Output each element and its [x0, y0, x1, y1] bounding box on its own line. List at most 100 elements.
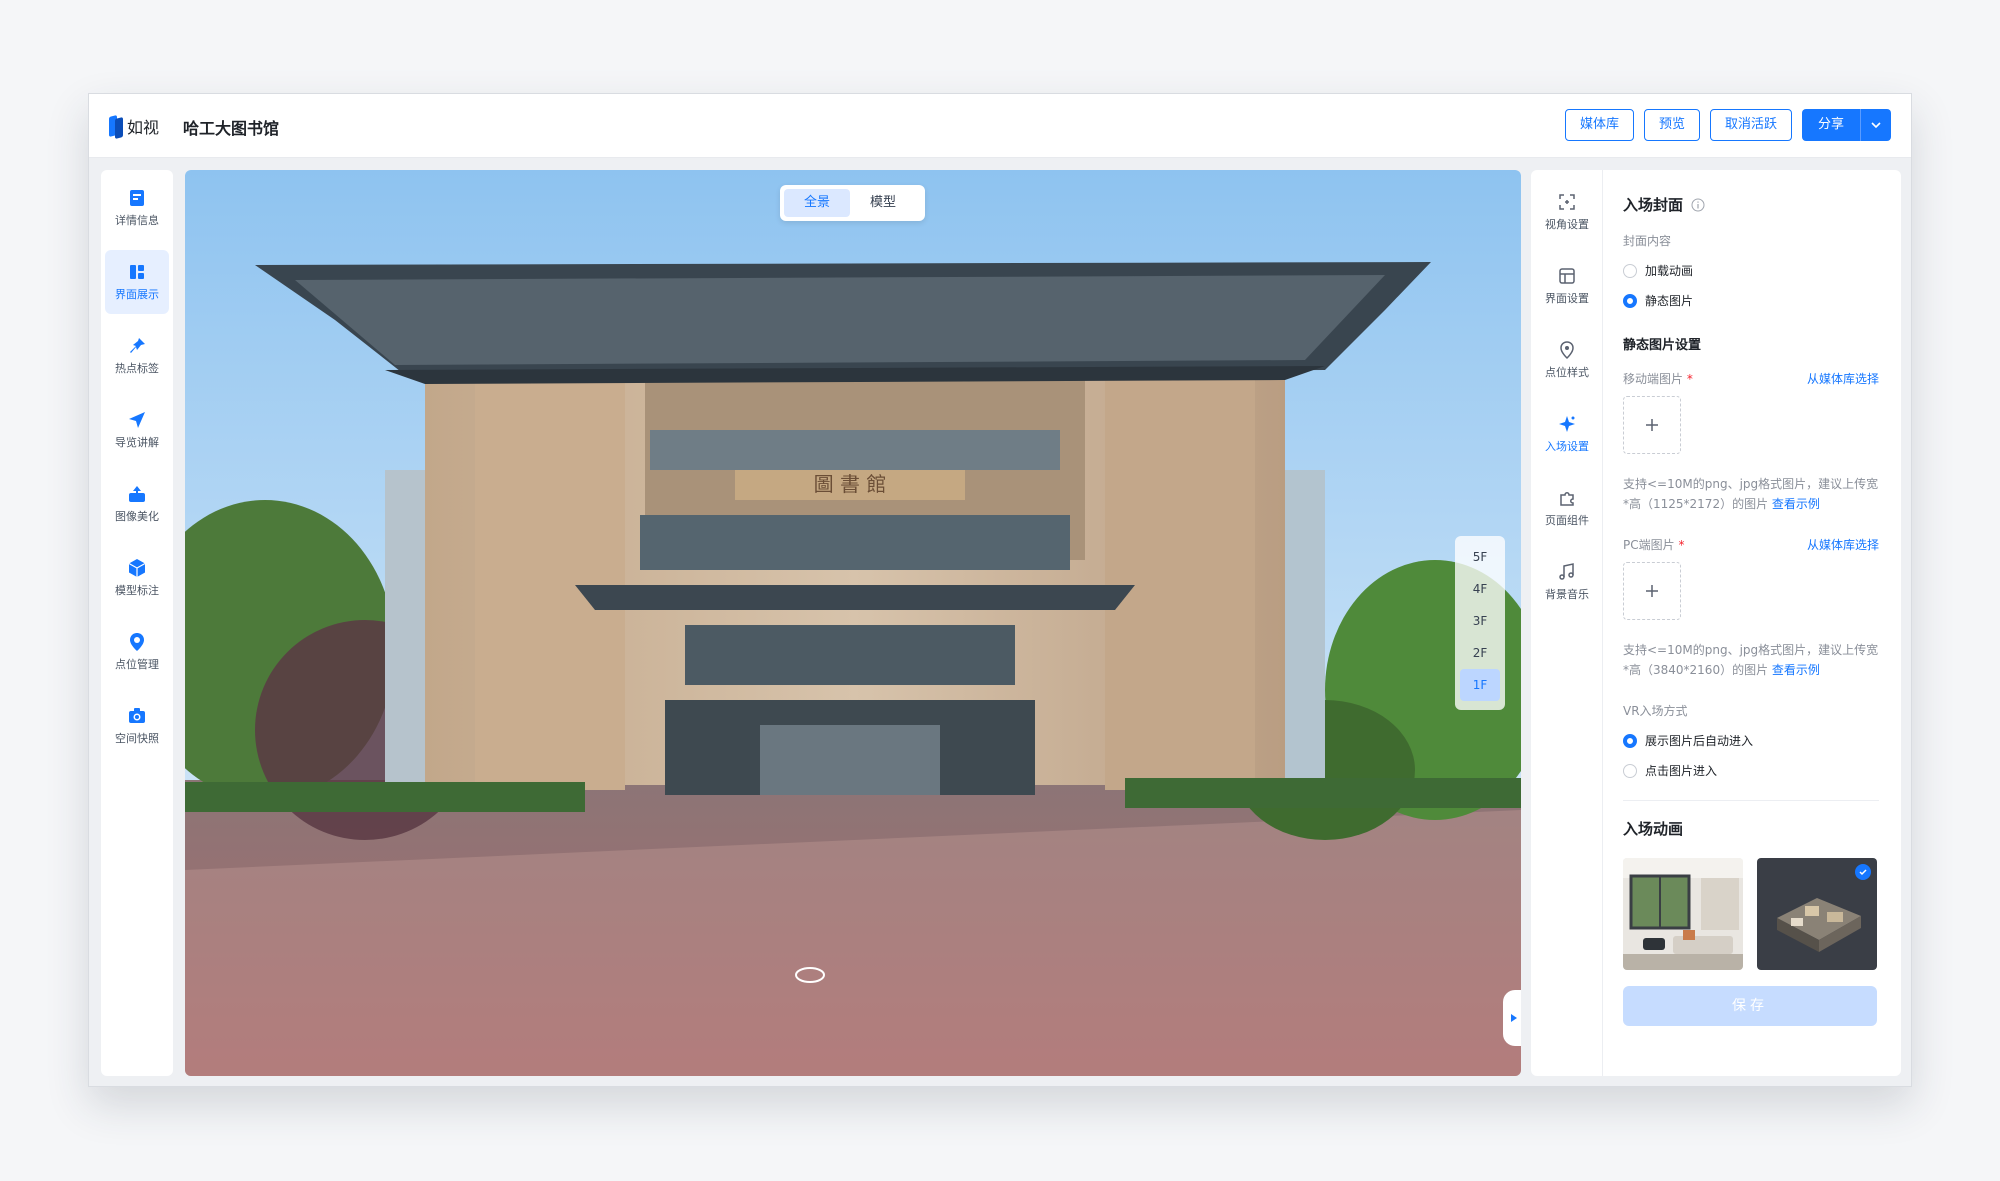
mobile-media-library-link[interactable]: 从媒体库选择: [1807, 370, 1879, 387]
nav-label: 点位管理: [115, 658, 159, 671]
share-button[interactable]: 分享: [1801, 109, 1861, 141]
nav-item-interface[interactable]: 界面展示: [105, 250, 169, 314]
pc-media-library-link[interactable]: 从媒体库选择: [1807, 536, 1879, 553]
radio-label: 加载动画: [1645, 264, 1694, 278]
tool-label: 背景音乐: [1545, 588, 1589, 601]
location-icon: [130, 633, 144, 651]
camera-icon: [129, 708, 145, 723]
puzzle-icon: [1560, 492, 1574, 506]
top-bar: 如视 哈工大图书馆 媒体库 预览 取消活跃 分享: [89, 94, 1911, 158]
app-logo[interactable]: 如视: [109, 114, 159, 138]
sparkle-icon: [1559, 416, 1575, 432]
send-icon: [129, 412, 145, 428]
caret-right-icon: [1511, 1014, 1517, 1022]
vr-entry-label: VR入场方式: [1623, 704, 1688, 718]
nav-item-snapshot[interactable]: 空间快照: [105, 694, 169, 758]
nav-label: 模型标注: [115, 584, 159, 597]
nav-label: 导览讲解: [115, 436, 159, 449]
tool-label: 点位样式: [1545, 366, 1589, 379]
nav-item-guide[interactable]: 导览讲解: [105, 398, 169, 462]
tool-label: 视角设置: [1545, 218, 1589, 231]
floor-3f[interactable]: 3F: [1460, 605, 1500, 637]
tool-entry-settings[interactable]: 入场设置: [1535, 402, 1599, 466]
entry-cover-title: 入场封面: [1623, 196, 1684, 214]
animation-option-interior[interactable]: [1623, 858, 1743, 970]
nav-item-details[interactable]: 详情信息: [105, 176, 169, 240]
nav-item-model-annotation[interactable]: 模型标注: [105, 546, 169, 610]
image-enhance-icon: [129, 486, 145, 502]
mobile-example-link[interactable]: 查看示例: [1772, 497, 1820, 511]
nav-label: 详情信息: [115, 214, 159, 227]
project-title: 哈工大图书馆: [183, 119, 280, 138]
required-mark: *: [1686, 372, 1693, 386]
floor-selector: 5F 4F 3F 2F 1F: [1455, 536, 1505, 710]
music-icon: [1559, 563, 1574, 580]
mobile-image-label: 移动端图片 *: [1623, 372, 1693, 386]
floor-5f[interactable]: 5F: [1460, 541, 1500, 573]
logo-mark-icon: [109, 114, 123, 138]
radio-button[interactable]: [1623, 263, 1637, 278]
chevron-down-icon: [1871, 122, 1881, 129]
radio-button[interactable]: [1623, 293, 1637, 308]
nav-label: 界面展示: [115, 288, 159, 301]
nav-label: 图像美化: [115, 510, 159, 523]
tool-point-style[interactable]: 点位样式: [1535, 328, 1599, 392]
mobile-image-upload[interactable]: [1623, 396, 1681, 454]
logo-text: 如视: [127, 118, 160, 137]
tool-view-angle[interactable]: 视角设置: [1535, 180, 1599, 244]
radio-static-image[interactable]: 静态图片: [1623, 292, 1693, 309]
pin-icon: [130, 338, 145, 353]
save-button[interactable]: 保存: [1623, 986, 1877, 1026]
animation-option-model[interactable]: [1757, 858, 1877, 970]
pc-image-hint: 支持<=10M的png、jpg格式图片，建议上传宽*高（3840*2160）的图…: [1623, 643, 1879, 677]
left-nav: 详情信息 界面展示 热点标签 导览讲解 图像美化 模型标注 点位管理 空间快照: [101, 170, 173, 1076]
panel-collapse-toggle[interactable]: [1503, 990, 1521, 1046]
floor-4f[interactable]: 4F: [1460, 573, 1500, 605]
tab-panorama[interactable]: 全景: [784, 189, 850, 217]
panorama-image[interactable]: 圖 書 館: [185, 170, 1521, 1076]
tab-model[interactable]: 模型: [850, 189, 916, 217]
document-icon: [130, 190, 144, 206]
radio-click-enter[interactable]: 点击图片进入: [1623, 762, 1717, 779]
pc-image-label: PC端图片 *: [1623, 538, 1685, 552]
tool-background-music[interactable]: 背景音乐: [1535, 550, 1599, 614]
tool-label: 入场设置: [1545, 440, 1589, 453]
selected-check-icon: [1855, 864, 1871, 880]
radio-button[interactable]: [1623, 763, 1637, 778]
entry-animation-title: 入场动画: [1623, 820, 1684, 838]
info-icon[interactable]: [1691, 198, 1705, 212]
static-settings-title: 静态图片设置: [1623, 338, 1702, 353]
top-actions: 媒体库 预览 取消活跃 分享: [1564, 109, 1891, 141]
deactivate-button[interactable]: 取消活跃: [1709, 109, 1792, 141]
tool-interface[interactable]: 界面设置: [1535, 254, 1599, 318]
nav-label: 热点标签: [115, 362, 159, 375]
mobile-image-hint: 支持<=10M的png、jpg格式图片，建议上传宽*高（1125*2172）的图…: [1623, 477, 1879, 511]
settings-tool-column: 视角设置 界面设置 点位样式 入场设置 页面组件 背景音乐: [1531, 170, 1603, 1076]
cube-icon: [128, 559, 146, 577]
floor-1f[interactable]: 1F: [1460, 669, 1500, 701]
panorama-viewer[interactable]: 圖 書 館 全景 模型 5F 4F 3F 2F 1F: [185, 170, 1521, 1076]
nav-item-points[interactable]: 点位管理: [105, 620, 169, 684]
floor-2f[interactable]: 2F: [1460, 637, 1500, 669]
required-mark: *: [1678, 538, 1685, 552]
share-dropdown-button[interactable]: [1861, 109, 1891, 141]
app-window: 如视 哈工大图书馆 媒体库 预览 取消活跃 分享 详情信息 界面展示 热点标签 …: [88, 93, 1912, 1087]
section-divider: [1623, 800, 1879, 801]
building-signboard: 圖 書 館: [814, 472, 887, 496]
radio-label: 点击图片进入: [1645, 764, 1718, 778]
pc-image-upload[interactable]: [1623, 562, 1681, 620]
radio-loading-animation[interactable]: 加载动画: [1623, 262, 1693, 279]
nav-item-hotspot[interactable]: 热点标签: [105, 324, 169, 388]
plus-icon: [1646, 419, 1658, 431]
nav-label: 空间快照: [115, 732, 159, 745]
radio-auto-enter[interactable]: 展示图片后自动进入: [1623, 732, 1753, 749]
nav-item-image-enhance[interactable]: 图像美化: [105, 472, 169, 536]
interior-thumbnail: [1623, 858, 1743, 970]
radio-button[interactable]: [1623, 733, 1637, 748]
media-library-button[interactable]: 媒体库: [1564, 109, 1634, 141]
cover-content-label: 封面内容: [1623, 234, 1672, 248]
preview-button[interactable]: 预览: [1643, 109, 1700, 141]
plus-icon: [1646, 585, 1658, 597]
pc-example-link[interactable]: 查看示例: [1772, 663, 1820, 677]
tool-page-components[interactable]: 页面组件: [1535, 476, 1599, 540]
